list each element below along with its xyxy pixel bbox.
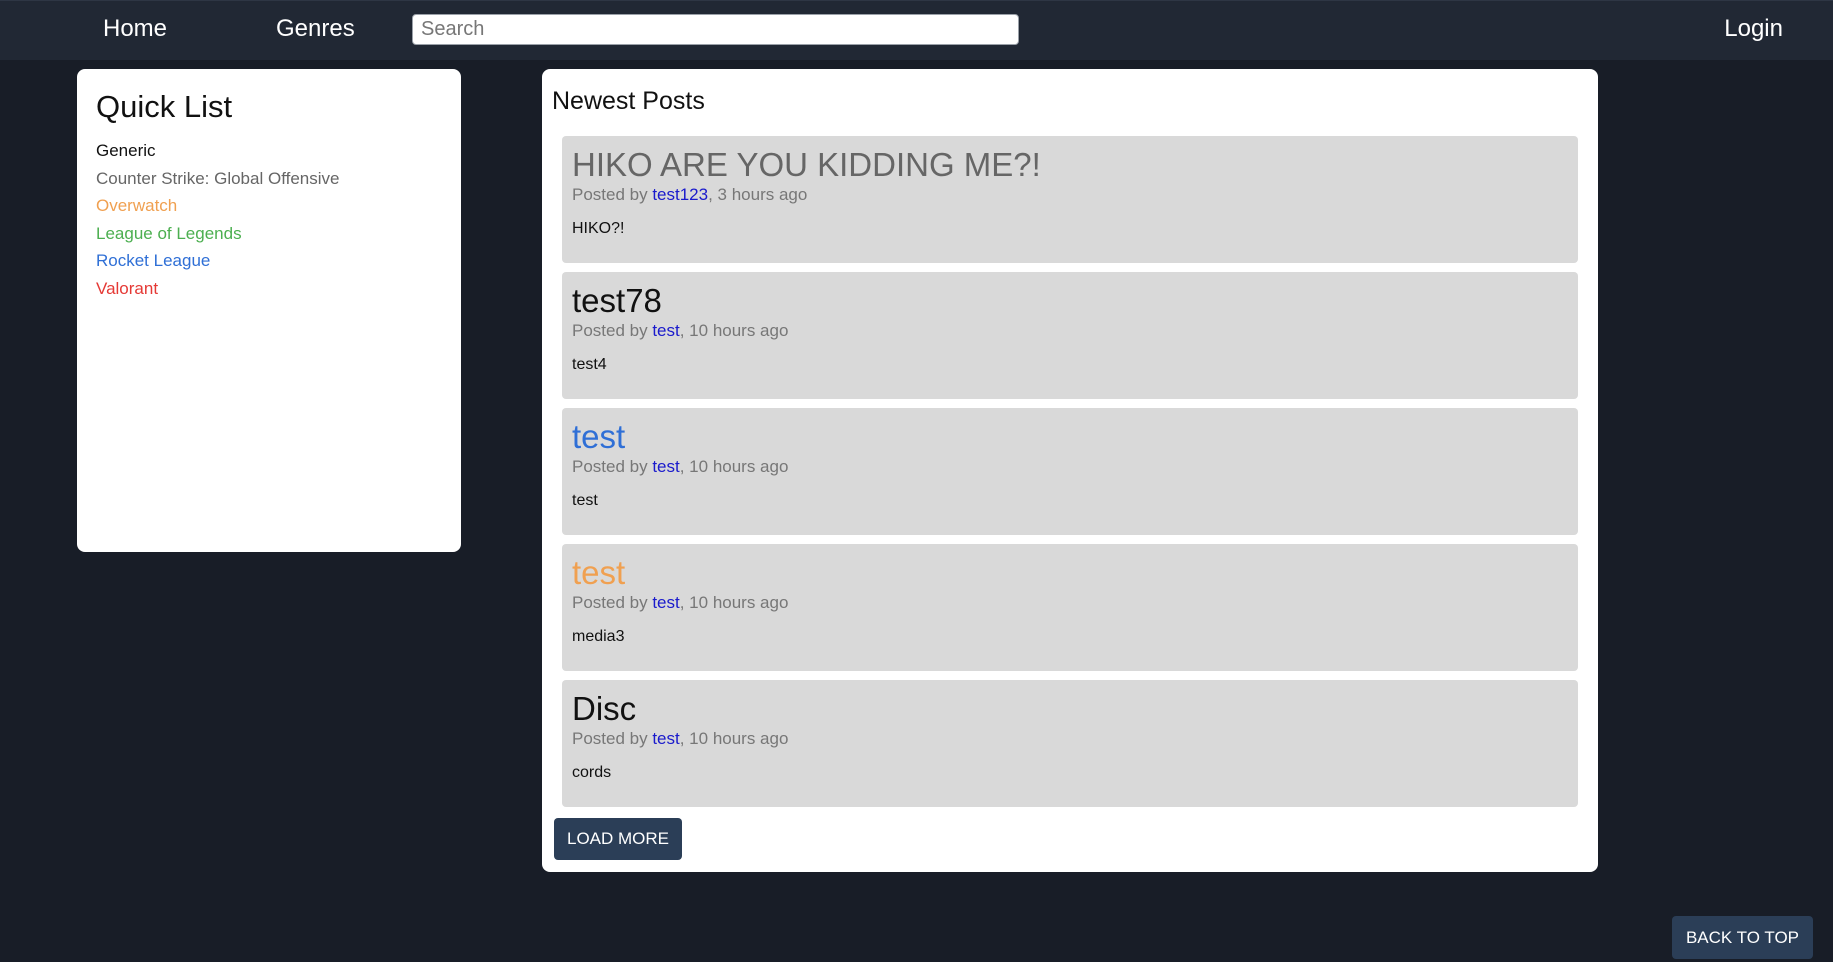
post-title[interactable]: HIKO ARE YOU KIDDING ME?! bbox=[572, 146, 1568, 184]
nav-genres-link[interactable]: Genres bbox=[276, 15, 355, 43]
search-input[interactable] bbox=[412, 14, 1019, 45]
post-title[interactable]: test bbox=[572, 418, 1568, 456]
post-card[interactable]: test78 Posted by test, 10 hours ago test… bbox=[562, 272, 1578, 399]
post-time: , 3 hours ago bbox=[708, 185, 808, 204]
post-time: , 10 hours ago bbox=[679, 321, 789, 340]
back-to-top-button[interactable]: BACK TO TOP bbox=[1672, 916, 1813, 959]
post-meta: Posted by test, 10 hours ago bbox=[572, 729, 1568, 749]
quick-list-item-overwatch[interactable]: Overwatch bbox=[96, 192, 442, 220]
post-meta: Posted by test, 10 hours ago bbox=[572, 321, 1568, 341]
quick-list-panel: Quick List Generic Counter Strike: Globa… bbox=[77, 69, 461, 552]
post-body: cords bbox=[572, 764, 612, 781]
post-card[interactable]: test Posted by test, 10 hours ago media3 bbox=[562, 544, 1578, 671]
posted-by-label: Posted by bbox=[572, 185, 653, 204]
posted-by-label: Posted by bbox=[572, 457, 653, 476]
post-meta: Posted by test123, 3 hours ago bbox=[572, 185, 1568, 205]
post-title[interactable]: test78 bbox=[572, 282, 1568, 320]
quick-list-item-csgo[interactable]: Counter Strike: Global Offensive bbox=[96, 165, 442, 193]
post-author-link[interactable]: test bbox=[652, 321, 679, 340]
post-time: , 10 hours ago bbox=[679, 729, 789, 748]
posted-by-label: Posted by bbox=[572, 321, 653, 340]
post-card[interactable]: Disc Posted by test, 10 hours ago cords bbox=[562, 680, 1578, 807]
quick-list-item-rocket-league[interactable]: Rocket League bbox=[96, 247, 442, 275]
post-title[interactable]: Disc bbox=[572, 690, 1568, 728]
posted-by-label: Posted by bbox=[572, 729, 653, 748]
post-author-link[interactable]: test bbox=[652, 457, 679, 476]
post-card[interactable]: HIKO ARE YOU KIDDING ME?! Posted by test… bbox=[562, 136, 1578, 263]
post-time: , 10 hours ago bbox=[679, 593, 789, 612]
post-meta: Posted by test, 10 hours ago bbox=[572, 457, 1568, 477]
post-author-link[interactable]: test123 bbox=[652, 185, 708, 204]
load-more-button[interactable]: LOAD MORE bbox=[554, 818, 682, 860]
newest-posts-title: Newest Posts bbox=[552, 87, 705, 115]
post-body: HIKO?! bbox=[572, 220, 625, 237]
post-author-link[interactable]: test bbox=[652, 593, 679, 612]
nav-home-link[interactable]: Home bbox=[103, 15, 167, 43]
quick-list-item-league-of-legends[interactable]: League of Legends bbox=[96, 220, 442, 248]
newest-posts-panel: Newest Posts HIKO ARE YOU KIDDING ME?! P… bbox=[542, 69, 1598, 872]
quick-list-item-generic[interactable]: Generic bbox=[96, 137, 442, 165]
quick-list-title: Quick List bbox=[96, 89, 233, 124]
quick-list: Generic Counter Strike: Global Offensive… bbox=[96, 137, 442, 302]
post-author-link[interactable]: test bbox=[652, 729, 679, 748]
post-card[interactable]: test Posted by test, 10 hours ago test bbox=[562, 408, 1578, 535]
posted-by-label: Posted by bbox=[572, 593, 653, 612]
post-body: test bbox=[572, 492, 598, 509]
post-title[interactable]: test bbox=[572, 554, 1568, 592]
nav-login-link[interactable]: Login bbox=[1724, 15, 1783, 43]
quick-list-item-valorant[interactable]: Valorant bbox=[96, 275, 442, 303]
post-time: , 10 hours ago bbox=[679, 457, 789, 476]
top-navbar: Home Genres Login bbox=[0, 0, 1833, 60]
post-meta: Posted by test, 10 hours ago bbox=[572, 593, 1568, 613]
post-body: test4 bbox=[572, 356, 607, 373]
post-body: media3 bbox=[572, 628, 625, 645]
